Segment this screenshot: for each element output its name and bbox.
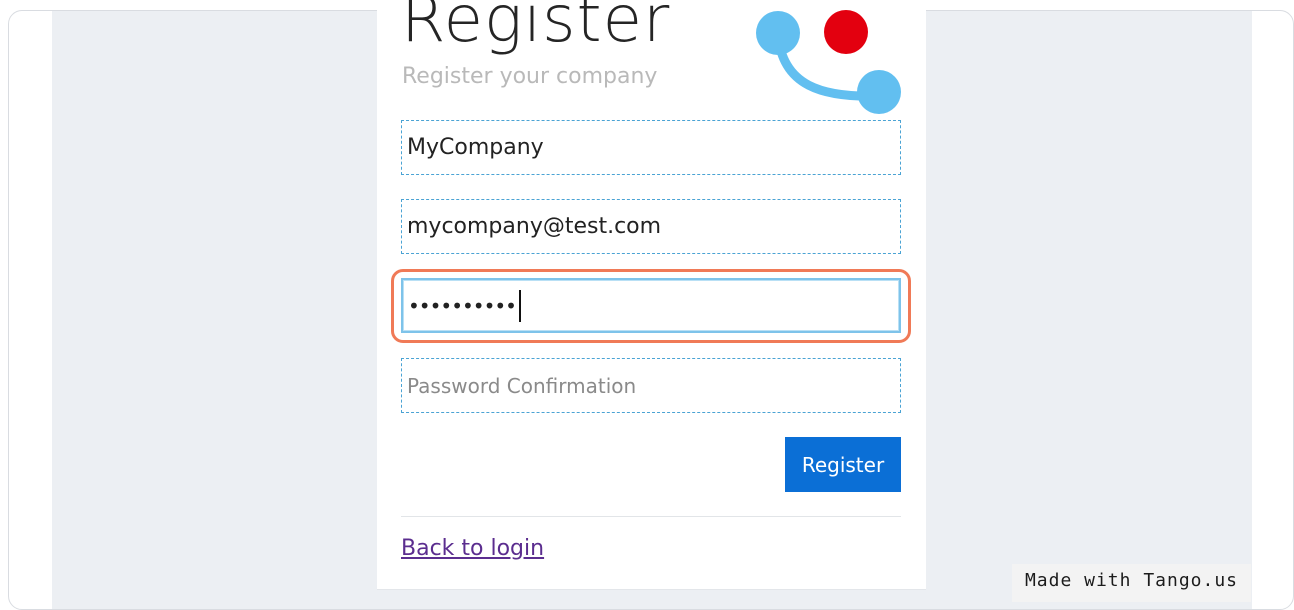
text-cursor: [518, 289, 521, 322]
company-name-value: MyCompany: [407, 135, 544, 160]
password-masked-value: ••••••••••: [408, 293, 517, 318]
email-input[interactable]: mycompany@test.com: [401, 199, 901, 254]
app-logo-icon: [756, 10, 901, 114]
back-to-login-link[interactable]: Back to login: [401, 534, 544, 564]
company-name-input[interactable]: MyCompany: [401, 120, 901, 175]
page-title: Register: [401, 0, 671, 57]
password-confirmation-input[interactable]: Password Confirmation: [401, 358, 901, 413]
divider: [401, 516, 901, 517]
tango-watermark: Made with Tango.us: [1012, 564, 1251, 602]
password-input[interactable]: ••••••••••: [401, 278, 901, 333]
register-button[interactable]: Register: [785, 437, 901, 492]
page-subtitle: Register your company: [402, 64, 658, 89]
password-confirmation-placeholder: Password Confirmation: [407, 373, 637, 398]
email-value: mycompany@test.com: [407, 214, 662, 239]
